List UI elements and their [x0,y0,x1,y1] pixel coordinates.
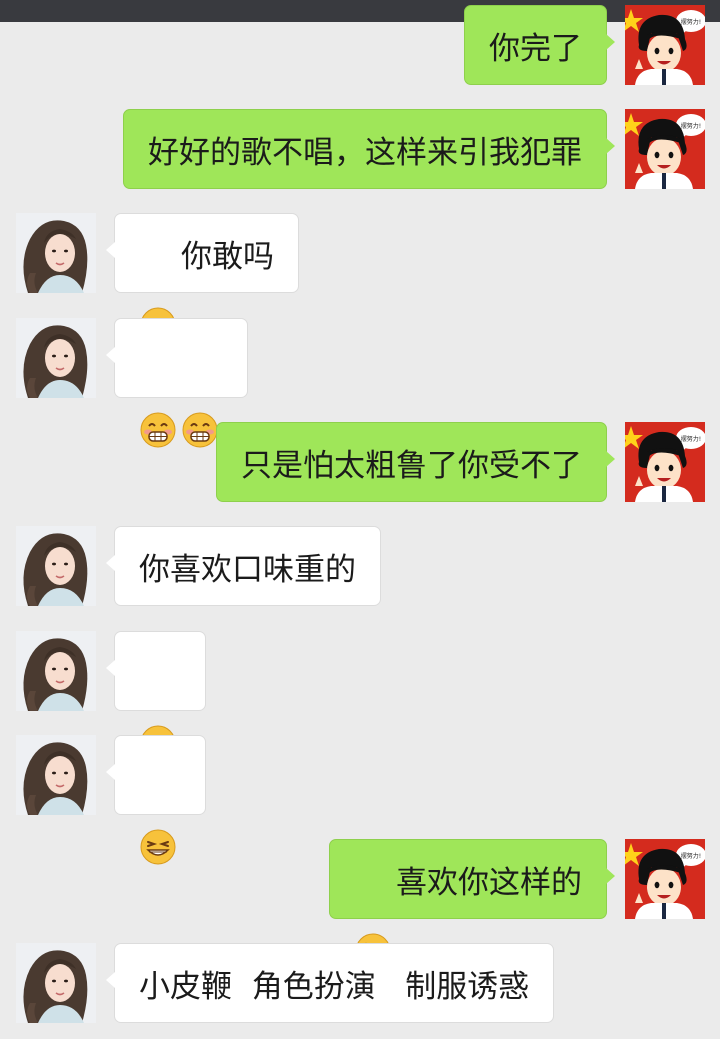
message-row-received [0,318,720,448]
message-text: 你完了 [489,30,582,67]
my-avatar[interactable]: 摆努力! [625,422,705,502]
message-row-received [0,735,720,865]
sent-message-bubble[interactable]: 喜欢你这样的 [329,839,615,969]
message-text: 你喜欢口味重的 [139,551,356,588]
contact-avatar[interactable] [16,213,96,293]
message-row-sent: 只是怕太粗鲁了你受不了 摆努力! [0,422,720,502]
avatar-speech-text: 摆努力! [681,18,701,26]
contact-avatar[interactable] [16,526,96,606]
message-text: 你敢吗 [181,238,274,275]
received-message-bubble[interactable]: 小皮鞭 角色扮演 制服诱惑 [105,943,555,1023]
message-row-received [0,631,720,761]
message-text: 只是怕太粗鲁了你受不了 [241,447,582,484]
blush-grin-emoji-icon [139,339,177,448]
wink-tongue-emoji-icon [354,860,392,969]
message-text: 好好的歌不唱，这样来引我犯罪 [148,134,582,171]
received-message-bubble[interactable] [106,735,206,865]
my-avatar[interactable]: 摆努力! [625,109,705,189]
contact-avatar[interactable] [16,943,96,1023]
received-message-bubble[interactable] [106,631,206,761]
blush-grin-emoji-icon [181,339,219,448]
avatar-speech-text: 摆努力! [681,122,701,130]
sent-message-bubble[interactable]: 好好的歌不唱，这样来引我犯罪 [123,109,615,189]
chat-message-list[interactable]: 你完了 摆努力! 好好的歌不唱，这样来引我犯罪 摆努力! 你敢吗 只是怕太粗鲁了… [0,0,720,1039]
message-row-sent: 好好的歌不唱，这样来引我犯罪 摆努力! [0,109,720,189]
message-row-sent: 喜欢你这样的 摆努力! [0,839,720,969]
message-text: 喜欢你这样的 [396,864,582,901]
smirk-grin-emoji-icon [139,756,177,865]
sent-message-bubble[interactable]: 只是怕太粗鲁了你受不了 [216,422,615,502]
message-row-received: 小皮鞭 角色扮演 制服诱惑 [0,943,720,1023]
message-row-sent: 你完了 摆努力! [0,5,720,85]
smirk-grin-emoji-icon [139,234,177,343]
my-avatar[interactable]: 摆努力! [625,839,705,919]
received-message-bubble[interactable]: 你喜欢口味重的 [106,526,381,606]
my-avatar[interactable]: 摆努力! [625,5,705,85]
contact-avatar[interactable] [16,318,96,398]
contact-avatar[interactable] [16,631,96,711]
message-text: 小皮鞭 角色扮演 制服诱惑 [139,968,530,1005]
received-message-bubble[interactable] [106,318,248,448]
avatar-speech-text: 摆努力! [681,852,701,860]
blush-grin-emoji-icon [139,652,177,761]
received-message-bubble[interactable]: 你敢吗 [106,213,299,343]
message-row-received: 你敢吗 [0,213,720,343]
contact-avatar[interactable] [16,735,96,815]
message-row-received: 你喜欢口味重的 [0,526,720,606]
sent-message-bubble[interactable]: 你完了 [464,5,615,85]
avatar-speech-text: 摆努力! [681,435,701,443]
